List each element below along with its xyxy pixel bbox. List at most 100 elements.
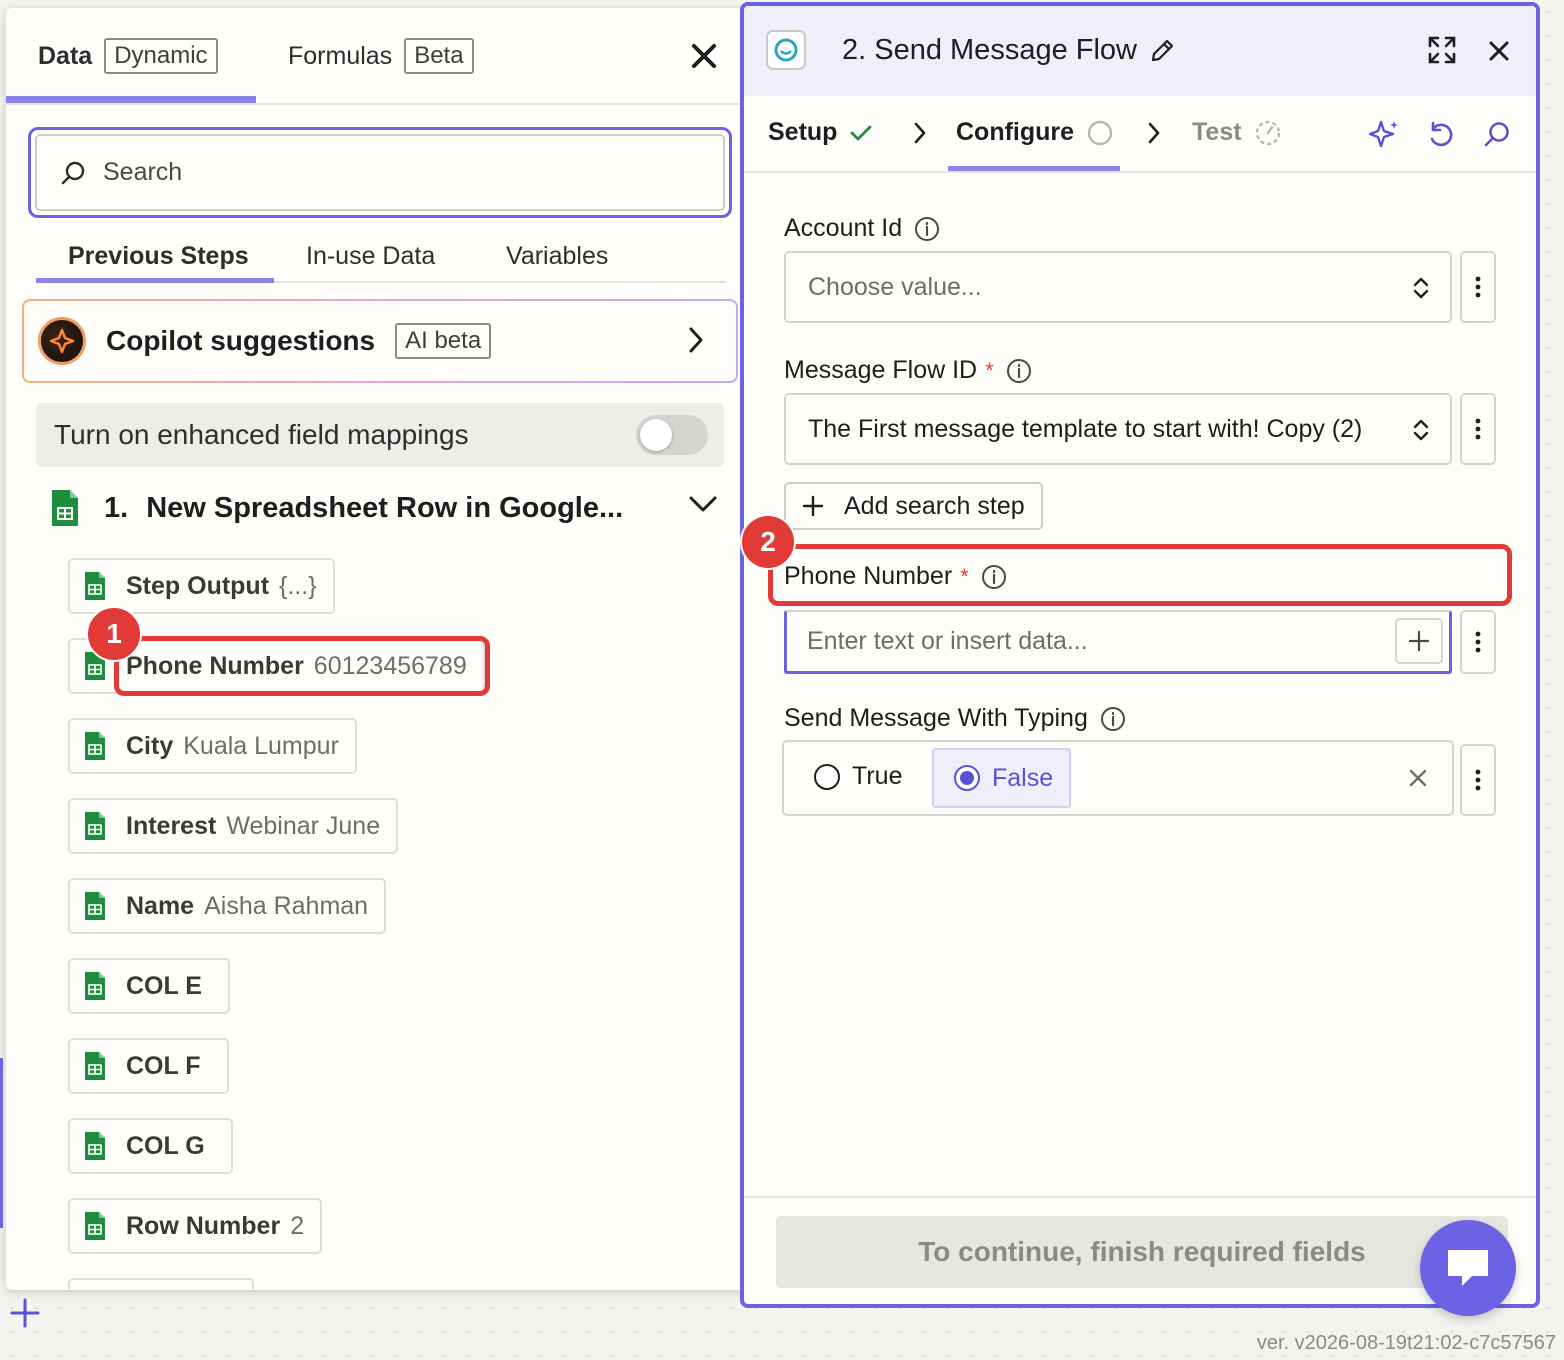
step-editor-panel: 2. Send Message Flow Setup Configure Tes… <box>740 2 1540 1308</box>
refresh-icon[interactable] <box>1426 120 1456 150</box>
more-vertical-icon <box>1475 769 1481 791</box>
field-value: Webinar June <box>226 811 381 840</box>
copilot-suggestions-card[interactable]: Copilot suggestions AI beta <box>22 299 738 383</box>
message-flow-id-select[interactable]: The First message template to start with… <box>784 393 1452 465</box>
radio-option-true[interactable]: True <box>814 762 902 791</box>
phone-number-input[interactable]: Enter text or insert data... <box>784 610 1452 674</box>
continue-button[interactable]: To continue, finish required fields <box>776 1216 1508 1288</box>
empty-circle-icon <box>1087 120 1113 145</box>
google-sheets-icon <box>85 1052 105 1080</box>
tab-data-badge: Dynamic <box>104 38 218 74</box>
subtab-variables[interactable]: Variables <box>506 242 608 271</box>
subtab-in-use-data[interactable]: In-use Data <box>306 242 435 271</box>
step-marker-1: 1 <box>86 606 142 662</box>
message-flow-id-label: Message Flow ID * <box>784 356 1032 385</box>
more-vertical-icon <box>1475 631 1481 653</box>
send-with-typing-label: Send Message With Typing <box>784 704 1126 733</box>
stage-test[interactable]: Test <box>1192 118 1282 147</box>
account-id-label: Account Id <box>784 214 940 243</box>
version-label: ver. v2026-08-19t21:02-c7c57567 <box>1256 1332 1556 1354</box>
stage-test-label: Test <box>1192 118 1242 146</box>
step-field-pill[interactable] <box>68 1278 254 1290</box>
step-field-pill[interactable]: COL G <box>68 1118 233 1174</box>
step-field-pill[interactable]: COL E <box>68 958 230 1014</box>
up-down-chevron-icon <box>1413 277 1429 299</box>
copilot-logo-icon <box>38 317 86 365</box>
step-field-pill[interactable]: Interest Webinar June <box>68 798 399 854</box>
field-label: City <box>126 731 174 760</box>
tab-formulas[interactable]: Formulas Beta <box>288 38 474 74</box>
search-placeholder: Search <box>103 158 183 186</box>
radio-true-label: True <box>852 762 903 790</box>
chevron-right-icon <box>1148 122 1160 144</box>
insert-data-button[interactable] <box>1395 618 1443 664</box>
google-sheets-icon <box>85 732 105 760</box>
more-vertical-icon <box>1475 418 1481 440</box>
timer-icon <box>1255 120 1280 145</box>
more-vertical-icon <box>1475 276 1481 298</box>
tab-data[interactable]: Data Dynamic <box>38 38 218 74</box>
step-title: 2. Send Message Flow <box>842 34 1137 66</box>
ai-sparkle-icon[interactable] <box>1368 118 1400 150</box>
subtab-previous-steps[interactable]: Previous Steps <box>68 242 249 271</box>
chat-bubble-icon <box>1448 1250 1488 1286</box>
field-label: COL F <box>126 1051 201 1080</box>
google-sheets-icon <box>85 1212 105 1240</box>
field-label: Row Number <box>126 1211 281 1240</box>
close-icon <box>692 44 716 68</box>
step-field-pill[interactable]: COL F <box>68 1038 229 1094</box>
ai-beta-badge: AI beta <box>395 323 492 359</box>
close-panel-button[interactable] <box>686 38 722 74</box>
info-icon[interactable] <box>914 216 940 242</box>
copilot-title: Copilot suggestions <box>106 325 376 356</box>
info-icon[interactable] <box>1006 358 1032 384</box>
plus-icon <box>802 495 824 517</box>
step-marker-2: 2 <box>740 514 796 570</box>
enhanced-mappings-toggle[interactable] <box>636 415 708 455</box>
phone-number-placeholder: Enter text or insert data... <box>807 627 1088 655</box>
field-label: Name <box>126 891 195 920</box>
radio-unchecked-icon <box>814 763 840 790</box>
account-id-placeholder: Choose value... <box>808 272 982 301</box>
checkmark-icon <box>851 125 872 140</box>
step-field-pill[interactable]: Name Aisha Rahman <box>68 878 387 934</box>
tab-formulas-badge: Beta <box>404 38 474 74</box>
search-box[interactable]: Search <box>28 127 732 218</box>
close-icon[interactable] <box>1488 40 1510 62</box>
radio-option-false[interactable]: False <box>932 748 1072 808</box>
edit-pencil-icon[interactable] <box>1149 38 1175 64</box>
message-flow-id-more-button[interactable] <box>1460 393 1496 465</box>
search-icon[interactable] <box>1482 120 1512 150</box>
step-field-pill[interactable]: Row Number 2 <box>68 1198 323 1254</box>
field-label: Step Output <box>126 571 270 600</box>
expand-icon[interactable] <box>1426 34 1458 66</box>
clear-icon[interactable] <box>1408 768 1428 788</box>
field-label: COL G <box>126 1131 205 1160</box>
phone-number-more-button[interactable] <box>1460 610 1496 674</box>
message-flow-id-value: The First message template to start with… <box>808 414 1363 443</box>
info-icon[interactable] <box>1100 706 1126 732</box>
field-label: Interest <box>126 811 217 840</box>
stage-configure[interactable]: Configure <box>956 118 1114 147</box>
google-sheets-icon <box>85 892 105 920</box>
account-id-more-button[interactable] <box>1460 251 1496 323</box>
panel-header: 2. Send Message Flow <box>744 6 1536 96</box>
account-id-select[interactable]: Choose value... <box>784 251 1452 323</box>
divider <box>744 1196 1536 1198</box>
highlight-box-phone-number-input <box>768 544 1512 606</box>
add-step-plus-icon[interactable] <box>10 1298 40 1328</box>
field-value: {...} <box>279 571 317 600</box>
stage-setup[interactable]: Setup <box>768 118 873 147</box>
step-field-pill[interactable]: City Kuala Lumpur <box>68 718 357 774</box>
chat-support-button[interactable] <box>1420 1220 1516 1316</box>
search-input[interactable]: Search <box>35 134 725 211</box>
add-search-step-button[interactable]: Add search step <box>784 482 1043 530</box>
send-with-typing-more-button[interactable] <box>1460 744 1496 816</box>
google-sheets-icon <box>85 572 105 600</box>
tab-formulas-label: Formulas <box>288 41 393 70</box>
enhanced-field-mappings-row: Turn on enhanced field mappings <box>36 403 724 467</box>
active-tab-indicator <box>6 96 256 103</box>
divider <box>6 103 762 105</box>
up-down-chevron-icon <box>1413 419 1429 441</box>
step-1-header[interactable]: 1. New Spreadsheet Row in Google... <box>50 482 730 534</box>
